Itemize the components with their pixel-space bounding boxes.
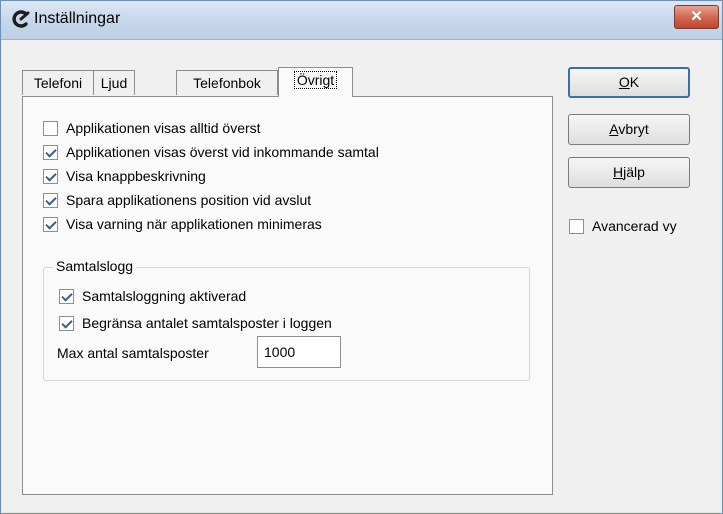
app-logo-icon	[12, 10, 30, 28]
option-show-tooltips[interactable]: Visa knappbeskrivning	[43, 167, 206, 185]
title-bar[interactable]: Inställningar ✕	[1, 1, 722, 40]
checkbox[interactable]	[43, 192, 58, 208]
checkbox[interactable]	[59, 288, 74, 304]
option-always-on-top[interactable]: Applikationen visas alltid överst	[43, 119, 261, 137]
tab-label: Telefoni	[33, 75, 83, 91]
cancel-button[interactable]: Avbryt	[568, 114, 690, 145]
ok-mnemonic: O	[618, 74, 630, 90]
tab-telefoni[interactable]: Telefoni	[22, 70, 94, 95]
limit-call-entries[interactable]: Begränsa antalet samtalsposter i loggen	[59, 314, 332, 332]
option-label: Spara applikationens position vid avslut	[66, 192, 312, 208]
option-label: Applikationen visas överst vid inkommand…	[66, 144, 379, 160]
settings-dialog: Inställningar ✕ Telefoni Ljud Telefonbok…	[0, 0, 723, 514]
help-button[interactable]: Hjälp	[568, 157, 690, 188]
checkbox[interactable]	[43, 120, 58, 136]
help-label-rest: jälp	[623, 164, 645, 180]
tab-ljud[interactable]: Ljud	[93, 70, 135, 95]
option-on-top-incoming-call[interactable]: Applikationen visas överst vid inkommand…	[43, 143, 379, 161]
checkbox[interactable]	[59, 315, 74, 331]
close-button[interactable]: ✕	[674, 5, 719, 29]
checkbox[interactable]	[43, 144, 58, 160]
cancel-mnemonic: A	[609, 121, 619, 137]
tab-telefonbok[interactable]: Telefonbok	[176, 70, 278, 95]
tab-label: Telefonbok	[193, 75, 261, 91]
option-label: Visa varning när applikationen minimeras	[66, 216, 322, 232]
option-save-position[interactable]: Spara applikationens position vid avslut	[43, 191, 311, 209]
call-log-group-label: Samtalslogg	[53, 258, 137, 274]
help-mnemonic: H	[613, 164, 624, 180]
ok-label-rest: K	[629, 74, 640, 90]
call-logging-enabled[interactable]: Samtalsloggning aktiverad	[59, 287, 246, 305]
max-entries-input[interactable]	[257, 336, 341, 368]
cancel-label-rest: vbryt	[618, 121, 649, 137]
advanced-view-label: Avancerad vy	[592, 218, 677, 234]
checkbox[interactable]	[43, 168, 58, 184]
ok-button[interactable]: OK	[568, 67, 690, 98]
option-label: Visa knappbeskrivning	[66, 168, 206, 184]
window-title: Inställningar	[34, 10, 121, 27]
option-label: Samtalsloggning aktiverad	[82, 288, 247, 304]
close-icon: ✕	[690, 8, 703, 25]
tab-ovrigt[interactable]: Övrigt	[278, 67, 353, 97]
tab-label: Ljud	[100, 75, 128, 91]
checkbox[interactable]	[569, 218, 584, 234]
tab-label: Övrigt	[293, 71, 338, 89]
checkbox[interactable]	[43, 216, 58, 232]
option-label: Applikationen visas alltid överst	[66, 120, 261, 136]
option-minimize-warning[interactable]: Visa varning när applikationen minimeras	[43, 215, 322, 233]
max-entries-label: Max antal samtalsposter	[57, 345, 209, 361]
advanced-view-toggle[interactable]: Avancerad vy	[569, 217, 677, 235]
option-label: Begränsa antalet samtalsposter i loggen	[82, 315, 332, 331]
